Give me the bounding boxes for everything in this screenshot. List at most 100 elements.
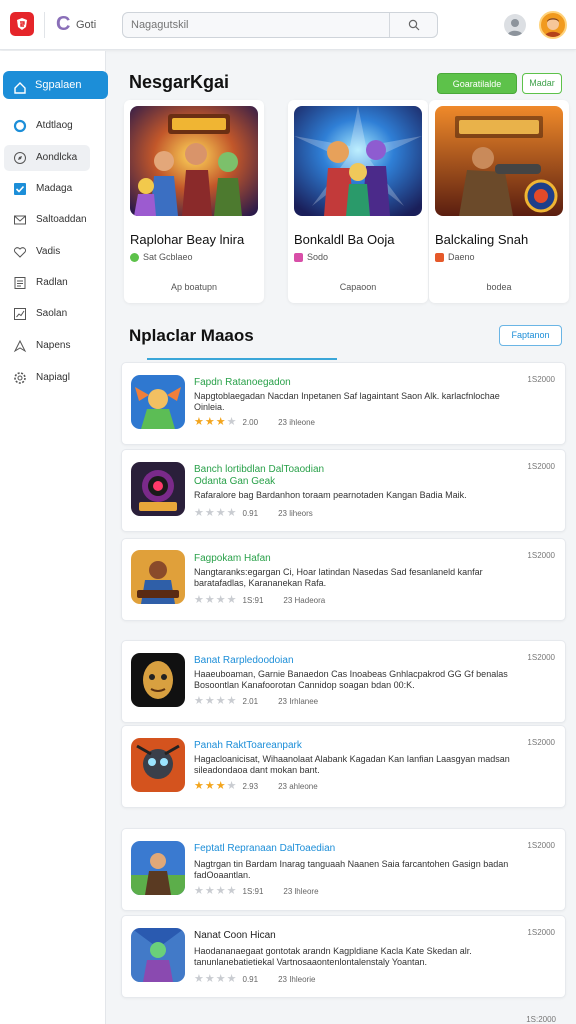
- list-item[interactable]: Fagpokam Hafan Nangtaranks:egargan Ci, H…: [121, 538, 566, 621]
- star-icon: ★: [226, 780, 237, 792]
- status-dot-icon: [294, 252, 303, 262]
- sidebar-item-label: Radlan: [36, 277, 68, 288]
- rating-stars: ★ ★ ★ ★: [194, 886, 237, 897]
- list-item[interactable]: Banch lortibdlan DalToaodian Odanta Gan …: [121, 449, 566, 532]
- item-title: Nanat Coon Hican: [194, 930, 276, 941]
- app-logo[interactable]: [10, 12, 34, 36]
- download-count: 23 ihleone: [278, 418, 315, 427]
- sidebar-item-label: Atdtlaog: [36, 120, 73, 131]
- search-button[interactable]: [389, 13, 437, 37]
- star-icon: ★: [226, 594, 237, 606]
- star-icon: ★: [204, 973, 215, 985]
- item-meta: ★ ★ ★ ★ 2.01 23 Irhlanee: [194, 696, 318, 707]
- item-subtitle: Odanta Gan Geak: [194, 476, 276, 487]
- search-icon: [408, 19, 419, 31]
- featured-card[interactable]: Bonkaldl Ba Ooja Sodo Capaoon: [288, 100, 428, 303]
- status-dot-icon: [130, 252, 139, 262]
- page-title: NesgarKgai: [129, 72, 230, 92]
- star-icon: ★: [215, 507, 226, 519]
- sidebar-item-7[interactable]: Saolan: [4, 301, 90, 327]
- star-icon: ★: [204, 507, 215, 519]
- user-icon: [507, 19, 523, 36]
- star-icon: ★: [194, 594, 204, 606]
- star-icon: ★: [226, 885, 237, 897]
- search-input[interactable]: [131, 17, 391, 33]
- status-dot-icon: [435, 252, 444, 262]
- game-artwork: [130, 106, 258, 216]
- sidebar-item-8[interactable]: Napens: [4, 333, 90, 359]
- list-item[interactable]: Nanat Coon Hican Haodananaegaat gontotak…: [121, 915, 566, 998]
- item-description: Nangtaranks:egargan Ci, Hoar latindan Na…: [194, 567, 483, 588]
- rating-value: 1S:91: [242, 596, 264, 605]
- list-item[interactable]: Banat Rarpledoodoian Haaeuboaman, Garnie…: [121, 640, 566, 723]
- game-icon: [131, 928, 185, 982]
- item-description: Haaeuboaman, Garnie Banaedon Cas Inoabea…: [194, 669, 508, 690]
- featured-card[interactable]: Balckaling Snah Daeno bodea: [429, 100, 569, 303]
- game-icon: [131, 738, 185, 792]
- item-meta: ★ ★ ★ ★ 2.00 23 ihleone: [194, 417, 315, 428]
- rating-stars: ★ ★ ★ ★: [194, 781, 237, 792]
- section-underline: [147, 358, 337, 360]
- star-icon: ★: [215, 416, 226, 428]
- game-icon: [131, 550, 185, 604]
- sidebar-item-4[interactable]: Saltoaddan: [4, 207, 90, 233]
- item-meta: ★ ★ ★ ★ 1S:91 23 lhleore: [194, 886, 319, 897]
- item-title: Banat Rarpledoodoian: [194, 655, 294, 666]
- section-title: Nplaclar Maaos: [129, 326, 254, 345]
- download-count: 23 lhleore: [283, 887, 319, 896]
- item-date: 1S2000: [527, 653, 555, 662]
- app-name: Goti: [76, 19, 97, 31]
- item-meta: ★ ★ ★ ★ 2.93 23 ahleone: [194, 781, 318, 792]
- sidebar-item-1[interactable]: Atdtlaog: [4, 113, 90, 139]
- search-box: [122, 12, 438, 38]
- sidebar-item-3[interactable]: Madaga: [4, 176, 90, 202]
- sidebar-item-label: Napiagl: [36, 372, 70, 383]
- item-meta: ★ ★ ★ ★ 1S:91 23 Hadeora: [194, 595, 325, 606]
- card-link[interactable]: Ap boatupn: [124, 282, 264, 292]
- card-link[interactable]: Capaoon: [288, 282, 428, 292]
- item-title: Fapdn Ratanoegadon: [194, 377, 291, 388]
- game-icon: [131, 375, 185, 429]
- sidebar-item-6[interactable]: Radlan: [4, 270, 90, 296]
- download-count: 23 Irhlanee: [278, 697, 319, 706]
- item-date: 1S2000: [527, 841, 555, 850]
- rating-stars: ★ ★ ★ ★: [194, 417, 237, 428]
- item-date: 1S2000: [527, 551, 555, 560]
- list-item[interactable]: Feptatl Repranaan DalToaedian Nagtrgan t…: [121, 828, 566, 911]
- view-all-button[interactable]: Faptanon: [499, 325, 562, 346]
- primary-action-button[interactable]: Goaratilalde: [437, 73, 517, 94]
- star-icon: ★: [226, 973, 237, 985]
- top-bar: C Goti: [0, 0, 576, 50]
- star-icon: ★: [204, 594, 215, 606]
- item-description: Hagacloanicisat, Wihaanolaat Alabank Kag…: [194, 754, 510, 775]
- app-initial: C: [56, 13, 71, 35]
- list-item[interactable]: Fapdn Ratanoegadon Napgtoblaegadan Nacda…: [121, 362, 566, 445]
- mail-icon: [13, 213, 27, 227]
- item-description: Nagtrgan tin Bardam Inarag tanguaah Naan…: [194, 859, 509, 880]
- rating-value: 2.93: [242, 782, 259, 791]
- rating-value: 1S:91: [242, 887, 264, 896]
- profile-avatar[interactable]: [504, 14, 526, 36]
- star-icon: ★: [194, 780, 204, 792]
- card-link[interactable]: bodea: [429, 282, 569, 292]
- star-icon: ★: [204, 780, 215, 792]
- rating-value: 0.91: [242, 975, 259, 984]
- sidebar-item-active[interactable]: Sgpalaen: [3, 71, 108, 99]
- sidebar-item-label: Saolan: [36, 308, 68, 319]
- card-title: Balckaling Snah: [435, 232, 529, 247]
- game-icon: [131, 653, 185, 707]
- gear-icon: [13, 371, 27, 385]
- game-icon: [131, 841, 185, 895]
- item-date: 1S2000: [527, 928, 555, 937]
- sidebar-item-2[interactable]: Aondlcka: [4, 145, 90, 171]
- secondary-action-button[interactable]: Madar: [522, 73, 562, 94]
- account-avatar[interactable]: [539, 11, 567, 39]
- rating-stars: ★ ★ ★ ★: [194, 595, 237, 606]
- item-date: 1S2000: [527, 738, 555, 747]
- list-item[interactable]: Panah RaktToareanpark Hagacloanicisat, W…: [121, 725, 566, 808]
- sidebar-item-9[interactable]: Napiagl: [4, 365, 90, 391]
- featured-card[interactable]: Raplohar Beay lnira Sat Gcblaeo Ap boatu…: [124, 100, 264, 303]
- sidebar-item-5[interactable]: Vadis: [4, 239, 90, 265]
- rating-stars: ★ ★ ★ ★: [194, 696, 237, 707]
- download-count: 23 Hadeora: [283, 596, 326, 605]
